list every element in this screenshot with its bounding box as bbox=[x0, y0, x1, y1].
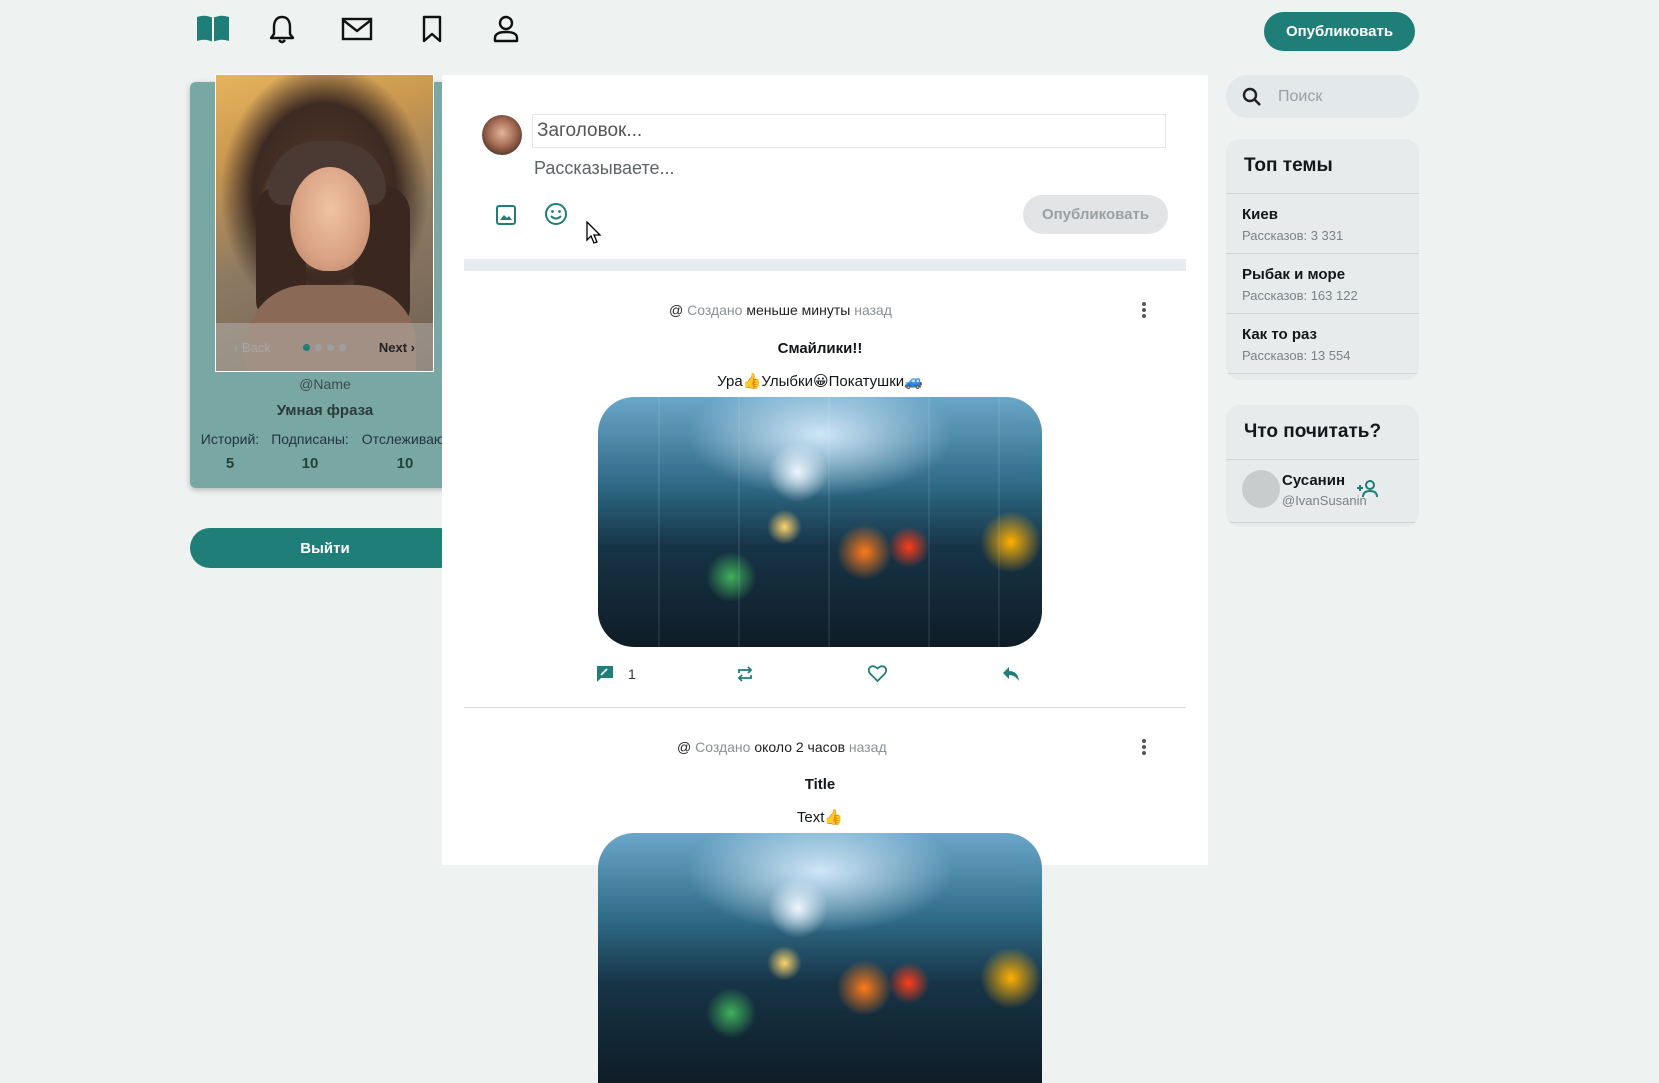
post-text: Text👍 bbox=[796, 809, 844, 826]
post-meta: @ Создано меньше минуты назад bbox=[669, 302, 892, 318]
profile-photo: ‹ Back Next › bbox=[215, 74, 434, 372]
top-topics-panel: Топ темы Киев Рассказов: 3 331 Рыбак и м… bbox=[1226, 139, 1419, 380]
suggested-user-name: Сусанин bbox=[1282, 472, 1346, 489]
reply-button[interactable] bbox=[1002, 665, 1020, 682]
home-book-icon[interactable] bbox=[194, 10, 232, 48]
carousel-dot[interactable] bbox=[303, 343, 311, 351]
mail-icon[interactable] bbox=[338, 10, 376, 48]
stat-label-stories: Историй: bbox=[200, 431, 260, 447]
carousel-dot[interactable] bbox=[339, 343, 347, 351]
stat-value-followers: 10 bbox=[301, 455, 319, 472]
mouse-cursor-icon bbox=[586, 221, 602, 245]
post-image bbox=[598, 833, 1042, 1083]
suggested-user[interactable]: Сусанин @IvanSusanin bbox=[1226, 460, 1419, 523]
photo-carousel-controls: ‹ Back Next › bbox=[216, 323, 433, 371]
carousel-dot[interactable] bbox=[315, 343, 323, 351]
who-to-read-panel: Что почитать? Сусанин @IvanSusanin bbox=[1226, 405, 1419, 527]
topic-item[interactable]: Киев Рассказов: 3 331 bbox=[1226, 194, 1419, 254]
logout-button[interactable]: Выйти bbox=[190, 528, 460, 568]
suggested-user-handle: @IvanSusanin bbox=[1282, 493, 1367, 508]
post-meta: @ Создано около 2 часов назад bbox=[677, 739, 887, 755]
publish-button[interactable]: Опубликовать bbox=[1264, 12, 1415, 51]
stat-value-stories: 5 bbox=[225, 455, 235, 472]
avatar bbox=[482, 115, 522, 155]
carousel-dots bbox=[303, 343, 347, 351]
carousel-back-button[interactable]: ‹ Back bbox=[234, 340, 271, 355]
post-text: Ура👍Улыбки😀Покатушки🚙 bbox=[717, 373, 923, 390]
comment-icon bbox=[597, 666, 613, 682]
heart-icon bbox=[868, 665, 887, 682]
comment-count: 1 bbox=[628, 666, 636, 682]
who-to-read-title: Что почитать? bbox=[1226, 405, 1419, 460]
add-user-icon[interactable] bbox=[1356, 480, 1380, 498]
profile-handle: @Name bbox=[299, 376, 351, 392]
post-title: Title bbox=[804, 776, 836, 793]
image-upload-icon[interactable] bbox=[495, 204, 517, 226]
composer-divider bbox=[464, 259, 1186, 271]
topic-item[interactable]: Рыбак и море Рассказов: 163 122 bbox=[1226, 254, 1419, 314]
avatar bbox=[1242, 470, 1280, 508]
search-input[interactable] bbox=[1276, 86, 1400, 107]
topic-item[interactable]: Как то раз Рассказов: 13 554 bbox=[1226, 314, 1419, 374]
search-icon bbox=[1242, 87, 1262, 107]
stat-label-following: Отслеживаю: bbox=[361, 431, 449, 447]
stat-value-following: 10 bbox=[396, 455, 414, 472]
post-title: Смайлики!! bbox=[777, 340, 863, 357]
stat-label-followers: Подписаны: bbox=[271, 431, 349, 447]
bookmark-icon[interactable] bbox=[413, 10, 451, 48]
like-button[interactable] bbox=[868, 665, 887, 682]
repost-icon bbox=[737, 666, 753, 682]
top-topics-title: Топ темы bbox=[1226, 139, 1419, 194]
profile-icon[interactable] bbox=[487, 10, 525, 48]
comment-button[interactable]: 1 bbox=[596, 665, 636, 683]
post-divider bbox=[464, 707, 1186, 708]
search-bar[interactable] bbox=[1226, 75, 1419, 118]
repost-button[interactable] bbox=[736, 665, 754, 683]
composer-publish-button[interactable]: Опубликовать bbox=[1023, 195, 1168, 234]
profile-phrase: Умная фраза bbox=[276, 402, 374, 419]
post-title-input[interactable] bbox=[532, 114, 1166, 148]
emoji-icon[interactable] bbox=[544, 202, 568, 226]
post-menu-icon[interactable] bbox=[1142, 300, 1148, 320]
reply-icon bbox=[1003, 667, 1019, 681]
post-menu-icon[interactable] bbox=[1142, 737, 1148, 757]
post-text-input[interactable]: Рассказываете... bbox=[534, 158, 675, 179]
carousel-next-button[interactable]: Next › bbox=[379, 340, 415, 355]
carousel-dot[interactable] bbox=[327, 343, 335, 351]
post-image bbox=[598, 397, 1042, 647]
bell-icon[interactable] bbox=[263, 10, 301, 48]
